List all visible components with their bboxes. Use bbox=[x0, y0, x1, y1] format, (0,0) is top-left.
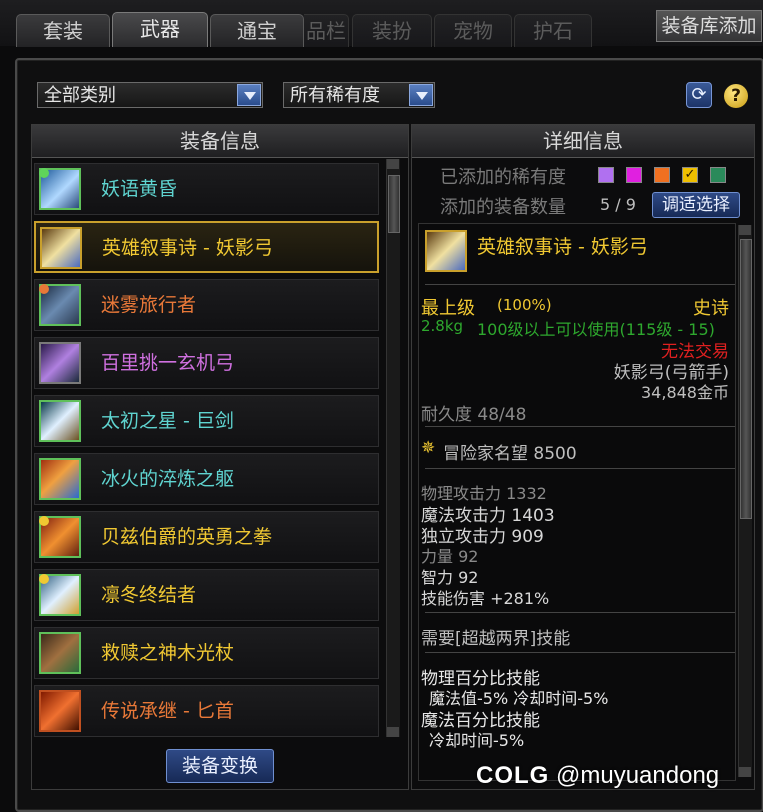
item-name: 贝兹伯爵的英勇之拳 bbox=[101, 526, 273, 548]
added-rarity-label: 已添加的稀有度 bbox=[440, 167, 566, 188]
item-name: 冰火的淬炼之躯 bbox=[101, 468, 235, 490]
divider bbox=[425, 426, 735, 427]
category-select-value: 全部类别 bbox=[44, 85, 116, 106]
list-item[interactable]: 迷雾旅行者 bbox=[34, 279, 379, 331]
item-name: 英雄叙事诗 - 妖影弓 bbox=[102, 237, 273, 259]
divider bbox=[425, 468, 735, 469]
scroll-up-icon[interactable] bbox=[387, 159, 399, 169]
convert-equipment-button[interactable]: 装备变换 bbox=[166, 749, 274, 783]
badge-icon bbox=[39, 516, 49, 526]
watermark-handle: @muyuandong bbox=[556, 762, 720, 789]
list-item[interactable]: 冰火的淬炼之躯 bbox=[34, 453, 379, 505]
item-name: 迷雾旅行者 bbox=[101, 294, 197, 316]
added-count-value: 5 / 9 bbox=[600, 195, 636, 214]
tooltip-reputation: 冒险家名望 8500 bbox=[443, 444, 577, 464]
rarity-checkbox-mythic[interactable] bbox=[710, 167, 726, 183]
tooltip-durability: 耐久度 48/48 bbox=[421, 405, 527, 425]
scroll-thumb[interactable] bbox=[740, 239, 752, 519]
item-name: 百里挑一玄机弓 bbox=[101, 352, 235, 374]
item-icon bbox=[39, 632, 81, 674]
item-name: 太初之星 - 巨剑 bbox=[101, 410, 234, 432]
list-item-selected[interactable]: 英雄叙事诗 - 妖影弓 bbox=[34, 221, 379, 273]
list-scrollbar[interactable] bbox=[386, 159, 400, 737]
scroll-down-icon[interactable] bbox=[739, 767, 751, 777]
badge-icon bbox=[39, 168, 49, 178]
reputation-icon: ✵ bbox=[421, 438, 436, 458]
item-icon bbox=[39, 516, 81, 558]
tab-bar: 套装 武器 通宝 品栏 装扮 宠物 护石 装备库添加 bbox=[0, 0, 763, 47]
item-name: 传说承继 - 匕首 bbox=[101, 700, 234, 722]
rarity-select[interactable]: 所有稀有度 bbox=[283, 82, 435, 108]
list-item[interactable]: 太初之星 - 巨剑 bbox=[34, 395, 379, 447]
item-name: 救赎之神木光杖 bbox=[101, 642, 235, 664]
item-icon bbox=[39, 168, 81, 210]
tab-treasure[interactable]: 通宝 bbox=[210, 14, 304, 47]
rarity-checkbox-epic-checked[interactable]: ✓ bbox=[682, 167, 698, 183]
category-select[interactable]: 全部类别 bbox=[37, 82, 263, 108]
divider bbox=[425, 652, 735, 653]
list-item[interactable]: 妖语黄昏 bbox=[34, 163, 379, 215]
list-item[interactable]: 救赎之神木光杖 bbox=[34, 627, 379, 679]
divider bbox=[425, 284, 735, 285]
detail-panel: 详细信息 已添加的稀有度 ✓ 添加的装备数量 5 / 9 调适选择 英雄叙事诗 … bbox=[411, 124, 755, 790]
item-name: 凛冬终结者 bbox=[101, 584, 197, 606]
item-icon bbox=[39, 458, 81, 500]
rarity-select-value: 所有稀有度 bbox=[290, 85, 380, 106]
tooltip-price: 34,848金币 bbox=[641, 383, 729, 402]
detail-title: 详细信息 bbox=[412, 125, 754, 158]
scroll-down-icon[interactable] bbox=[387, 727, 399, 737]
colg-logo: COLG bbox=[476, 762, 550, 789]
item-tooltip: 英雄叙事诗 - 妖影弓 最上级 (100%) 史诗 2.8kg 100级以上可以… bbox=[418, 223, 736, 781]
detail-scrollbar[interactable] bbox=[738, 225, 752, 777]
tab-avatar[interactable]: 装扮 bbox=[352, 14, 432, 47]
item-icon bbox=[39, 342, 81, 384]
skill-line: 冷却时间-5% bbox=[429, 731, 525, 750]
add-library-button[interactable]: 装备库添加 bbox=[656, 10, 762, 42]
watermark: COLG @muyuandong bbox=[476, 762, 719, 790]
rarity-checkbox-legendary[interactable] bbox=[654, 167, 670, 183]
item-name: 妖语黄昏 bbox=[101, 178, 178, 200]
adjust-selection-button[interactable]: 调适选择 bbox=[652, 192, 740, 218]
tab-weapon[interactable]: 武器 bbox=[112, 12, 208, 47]
tab-suit[interactable]: 套装 bbox=[16, 14, 110, 47]
tooltip-item-icon bbox=[425, 230, 467, 272]
list-item[interactable]: 百里挑一玄机弓 bbox=[34, 337, 379, 389]
tooltip-weight: 2.8kg bbox=[421, 317, 464, 335]
help-icon[interactable]: ? bbox=[724, 84, 748, 108]
equipment-window: 全部类别 所有稀有度 ⟳ ? 装备信息 妖语黄昏 英雄叙事诗 - 妖影弓 迷雾旅… bbox=[15, 58, 763, 812]
chevron-down-icon[interactable] bbox=[409, 84, 433, 106]
tooltip-grade-pct: (100%) bbox=[497, 296, 552, 314]
badge-icon bbox=[39, 284, 49, 294]
list-item[interactable]: 贝兹伯爵的英勇之拳 bbox=[34, 511, 379, 563]
item-icon bbox=[39, 690, 81, 732]
item-icon bbox=[39, 400, 81, 442]
tab-pet[interactable]: 宠物 bbox=[434, 14, 512, 47]
chevron-down-icon[interactable] bbox=[237, 84, 261, 106]
divider bbox=[425, 612, 735, 613]
rarity-checkbox-rare[interactable] bbox=[598, 167, 614, 183]
badge-icon bbox=[39, 574, 49, 584]
equip-list-title: 装备信息 bbox=[32, 125, 408, 158]
item-icon bbox=[39, 574, 81, 616]
tooltip-item-name: 英雄叙事诗 - 妖影弓 bbox=[477, 236, 648, 258]
list-item[interactable]: 凛冬终结者 bbox=[34, 569, 379, 621]
item-icon bbox=[40, 227, 82, 269]
scroll-thumb[interactable] bbox=[388, 175, 400, 233]
stat-skill-dmg: 技能伤害 +281% bbox=[421, 589, 550, 608]
equip-list-panel: 装备信息 妖语黄昏 英雄叙事诗 - 妖影弓 迷雾旅行者 百里挑一玄机弓 太初之星… bbox=[31, 124, 409, 790]
tab-amulet[interactable]: 护石 bbox=[514, 14, 592, 47]
rarity-checkbox-unique[interactable] bbox=[626, 167, 642, 183]
refresh-icon[interactable]: ⟳ bbox=[686, 82, 712, 108]
added-count-label: 添加的装备数量 bbox=[440, 197, 566, 218]
scroll-up-icon[interactable] bbox=[739, 225, 751, 235]
tab-inventory[interactable]: 品栏 bbox=[304, 14, 349, 47]
item-icon bbox=[39, 284, 81, 326]
tooltip-requirement: 需要[超越两界]技能 bbox=[421, 629, 571, 649]
list-item[interactable]: 传说承继 - 匕首 bbox=[34, 685, 379, 737]
